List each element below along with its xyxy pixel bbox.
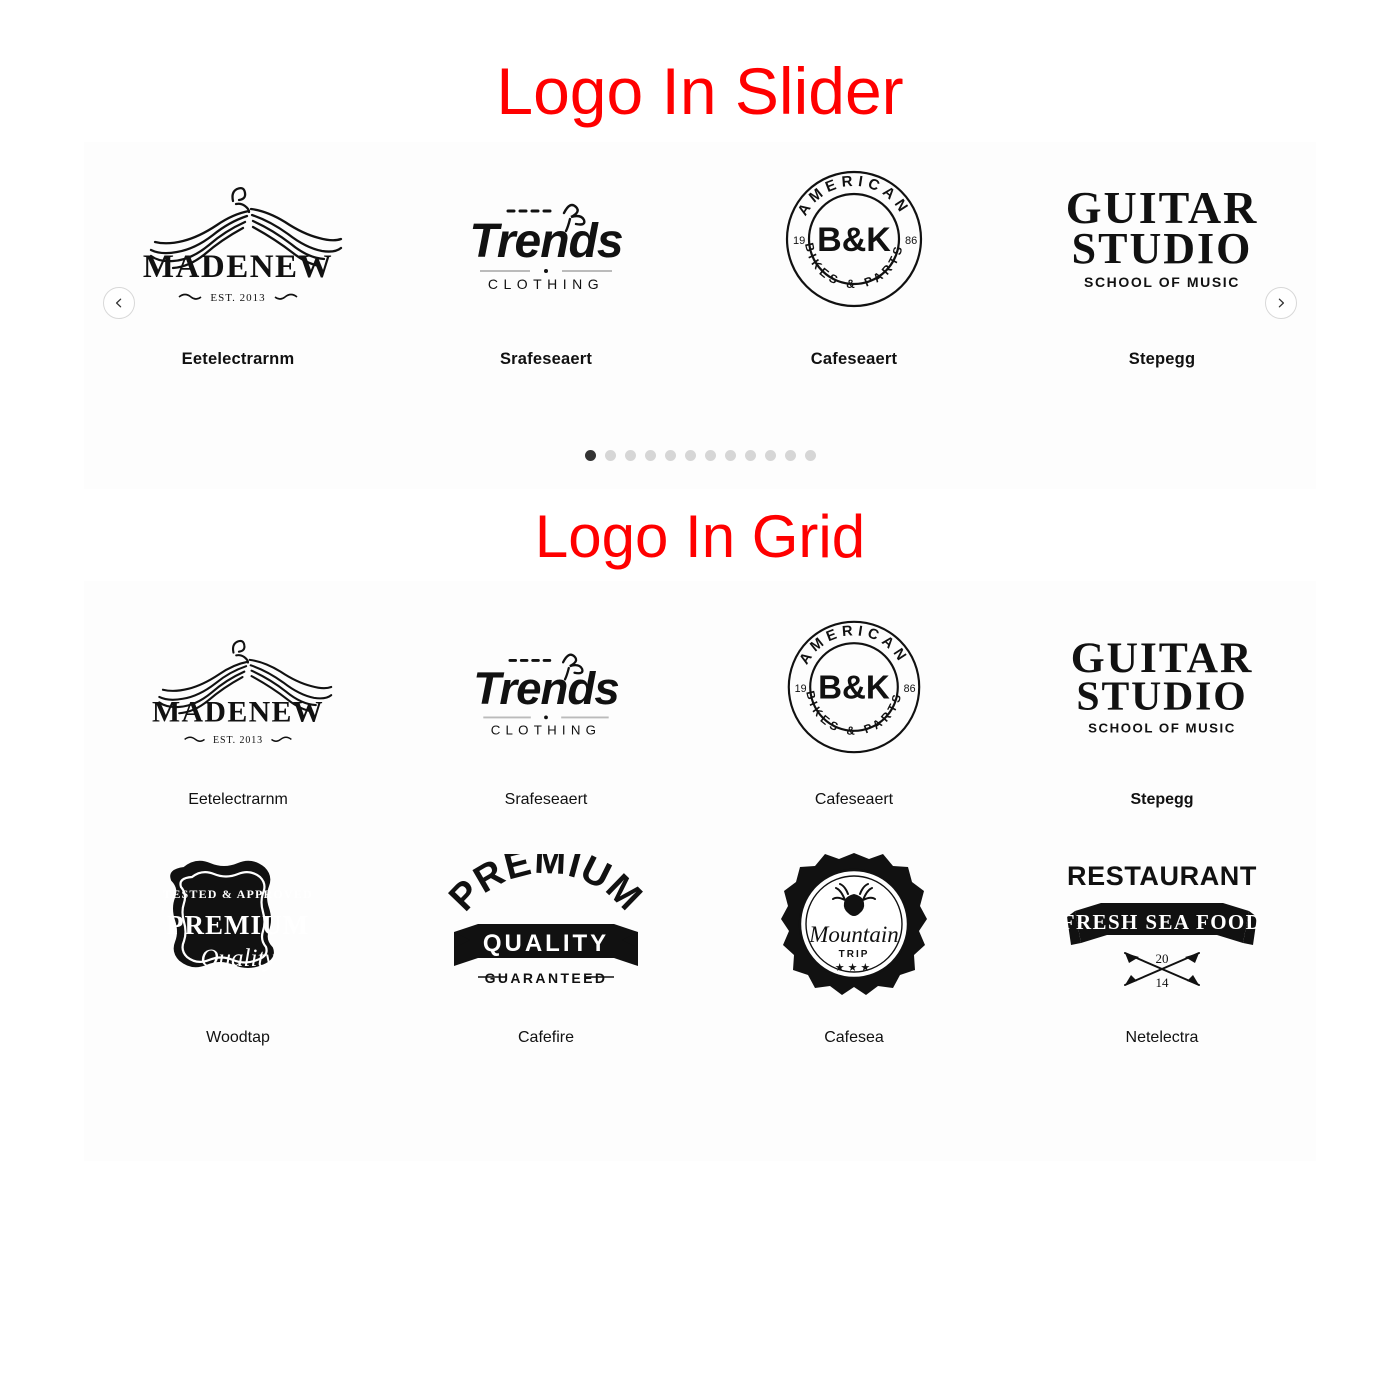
grid-cell[interactable]: Mountain TRIP ★★★ Cafesea bbox=[700, 845, 1008, 1047]
slider-track[interactable]: MADENEW EST. 2013 Eetelectrarnm Trends C… bbox=[84, 142, 1316, 369]
bk-year-left: 19 bbox=[793, 235, 805, 247]
grid-cell-caption: Woodtap bbox=[206, 1029, 270, 1046]
bk-top-arc-text: AMERICAN bbox=[797, 623, 912, 667]
restaurant-year-top: 20 bbox=[1156, 951, 1169, 966]
trends-subtitle: CLOTHING bbox=[491, 723, 602, 738]
premium-badge-mid-text: PREMIUM bbox=[167, 910, 309, 940]
slider-slide[interactable]: Trends CLOTHING Srafeseaert bbox=[392, 164, 700, 369]
bk-top-arc-text: AMERICAN bbox=[794, 173, 913, 219]
grid-cell-caption: Eetelectrarnm bbox=[188, 791, 288, 808]
slider-slide-caption: Srafeseaert bbox=[499, 350, 593, 368]
madenew-est: EST. 2013 bbox=[210, 292, 265, 304]
grid-cell-caption: Cafefire bbox=[517, 1029, 575, 1046]
slider-dot[interactable] bbox=[584, 450, 596, 461]
guitar-studio-logo: GUITAR STUDIO SCHOOL OF MUSIC bbox=[1047, 164, 1277, 314]
madenew-est: EST. 2013 bbox=[213, 735, 263, 746]
grid-cell[interactable]: GUITAR STUDIO SCHOOL OF MUSIC Stepegg bbox=[1008, 607, 1316, 809]
slider-dot[interactable] bbox=[804, 450, 816, 461]
slider-pagination-dots[interactable] bbox=[84, 450, 1316, 461]
chevron-left-icon bbox=[113, 297, 125, 309]
grid-cell[interactable]: PREMIUM QUALITY GUARANTEED Cafefire bbox=[392, 845, 700, 1047]
slider-dot[interactable] bbox=[704, 450, 716, 461]
guitar-subtitle: SCHOOL OF MUSIC bbox=[1088, 720, 1236, 735]
slider-slide[interactable]: AMERICAN BIKES & PARTS 19 86 B&K Cafesea… bbox=[700, 164, 1008, 369]
bk-year-right: 86 bbox=[905, 235, 917, 247]
bk-american-bikes-logo: AMERICAN BIKES & PARTS 19 86 B&K bbox=[779, 164, 929, 314]
slider-prev-arrow-button[interactable] bbox=[103, 287, 135, 319]
restaurant-banner-text: FRESH SEA FOOD bbox=[1062, 910, 1262, 934]
bk-year-right: 86 bbox=[904, 683, 916, 695]
trends-subtitle: CLOTHING bbox=[488, 276, 604, 292]
slider-dot[interactable] bbox=[604, 450, 616, 461]
slider-slide[interactable]: GUITAR STUDIO SCHOOL OF MUSIC Stepegg bbox=[1008, 164, 1316, 369]
mountain-wordmark: Mountain bbox=[808, 922, 898, 947]
grid-cell[interactable]: RESTAURANT FRESH SEA FOOD 20 14 Netelect… bbox=[1008, 845, 1316, 1047]
trends-clothing-logo: Trends CLOTHING bbox=[451, 607, 641, 767]
slider-dot[interactable] bbox=[644, 450, 656, 461]
trends-clothing-logo: Trends CLOTHING bbox=[446, 164, 646, 314]
madenew-logo: MADENEW EST. 2013 bbox=[143, 607, 333, 767]
guitar-wordmark-line2: STUDIO bbox=[1072, 224, 1253, 273]
grid-row: TESTED & APPROVED PREMIUM Quality Woodta… bbox=[84, 809, 1316, 1047]
madenew-wordmark: MADENEW bbox=[152, 695, 324, 728]
bk-monogram: B&K bbox=[818, 670, 890, 707]
restaurant-top-text: RESTAURANT bbox=[1067, 861, 1257, 891]
logo-grid-panel: MADENEW EST. 2013 Eetelectrarnm Trends C… bbox=[84, 581, 1316, 1161]
grid-cell-caption: Stepegg bbox=[1130, 791, 1194, 808]
logo-slider-panel: MADENEW EST. 2013 Eetelectrarnm Trends C… bbox=[84, 142, 1316, 489]
grid-row: MADENEW EST. 2013 Eetelectrarnm Trends C… bbox=[84, 581, 1316, 809]
slider-dot[interactable] bbox=[664, 450, 676, 461]
page-title-logo-in-grid: Logo In Grid bbox=[534, 503, 866, 570]
grid-cell-caption: Netelectra bbox=[1125, 1029, 1199, 1046]
slider-dot[interactable] bbox=[624, 450, 636, 461]
slider-dot[interactable] bbox=[684, 450, 696, 461]
grid-cell[interactable]: MADENEW EST. 2013 Eetelectrarnm bbox=[84, 607, 392, 809]
slider-slide-caption: Cafeseaert bbox=[810, 350, 898, 368]
bk-american-bikes-logo: AMERICAN BIKES & PARTS 19 86 B&K bbox=[781, 607, 927, 767]
madenew-wordmark: MADENEW bbox=[143, 249, 333, 285]
premium-ribbon-mid-text: QUALITY bbox=[483, 930, 609, 957]
trends-wordmark: Trends bbox=[473, 663, 619, 714]
guitar-studio-logo: GUITAR STUDIO SCHOOL OF MUSIC bbox=[1053, 607, 1271, 767]
premium-ribbon-top-text: PREMIUM bbox=[448, 854, 644, 919]
grid-cell-caption: Cafesea bbox=[824, 1029, 884, 1046]
premium-quality-badge-logo: TESTED & APPROVED PREMIUM Quality bbox=[154, 845, 322, 1005]
premium-quality-ribbon-logo: PREMIUM QUALITY GUARANTEED bbox=[448, 845, 644, 1005]
slider-slide-caption: Eetelectrarnm bbox=[181, 350, 295, 368]
madenew-logo: MADENEW EST. 2013 bbox=[133, 164, 343, 314]
grid-cell[interactable]: Trends CLOTHING Srafeseaert bbox=[392, 607, 700, 809]
mountain-subtitle: TRIP bbox=[839, 949, 870, 960]
slider-next-arrow-button[interactable] bbox=[1265, 287, 1297, 319]
guitar-subtitle: SCHOOL OF MUSIC bbox=[1084, 274, 1240, 290]
grid-cell[interactable]: TESTED & APPROVED PREMIUM Quality Woodta… bbox=[84, 845, 392, 1047]
restaurant-sea-food-logo: RESTAURANT FRESH SEA FOOD 20 14 bbox=[1057, 845, 1267, 1005]
premium-badge-top-text: TESTED & APPROVED bbox=[163, 887, 313, 901]
restaurant-year-bottom: 14 bbox=[1156, 975, 1170, 990]
slider-dot[interactable] bbox=[764, 450, 776, 461]
grid-cell[interactable]: AMERICAN BIKES & PARTS 19 86 B&K Cafesea… bbox=[700, 607, 1008, 809]
slider-dot[interactable] bbox=[744, 450, 756, 461]
premium-ribbon-bottom-text: GUARANTEED bbox=[485, 970, 608, 986]
trends-wordmark: Trends bbox=[469, 215, 622, 268]
mountain-stars-icon: ★★★ bbox=[835, 962, 874, 974]
grid-cell-caption: Cafeseaert bbox=[814, 791, 894, 808]
slider-dot[interactable] bbox=[724, 450, 736, 461]
slider-dot[interactable] bbox=[784, 450, 796, 461]
premium-badge-bottom-text: Quality bbox=[201, 945, 277, 972]
guitar-wordmark-line2: STUDIO bbox=[1076, 674, 1247, 720]
mountain-trip-logo: Mountain TRIP ★★★ bbox=[779, 845, 929, 1005]
page-title-logo-in-slider: Logo In Slider bbox=[496, 54, 904, 128]
chevron-right-icon bbox=[1275, 297, 1287, 309]
slider-slide-caption: Stepegg bbox=[1128, 350, 1196, 368]
grid-cell-caption: Srafeseaert bbox=[504, 791, 588, 808]
slider-slide[interactable]: MADENEW EST. 2013 Eetelectrarnm bbox=[84, 164, 392, 369]
bk-year-left: 19 bbox=[795, 683, 807, 695]
bk-monogram: B&K bbox=[817, 221, 891, 259]
